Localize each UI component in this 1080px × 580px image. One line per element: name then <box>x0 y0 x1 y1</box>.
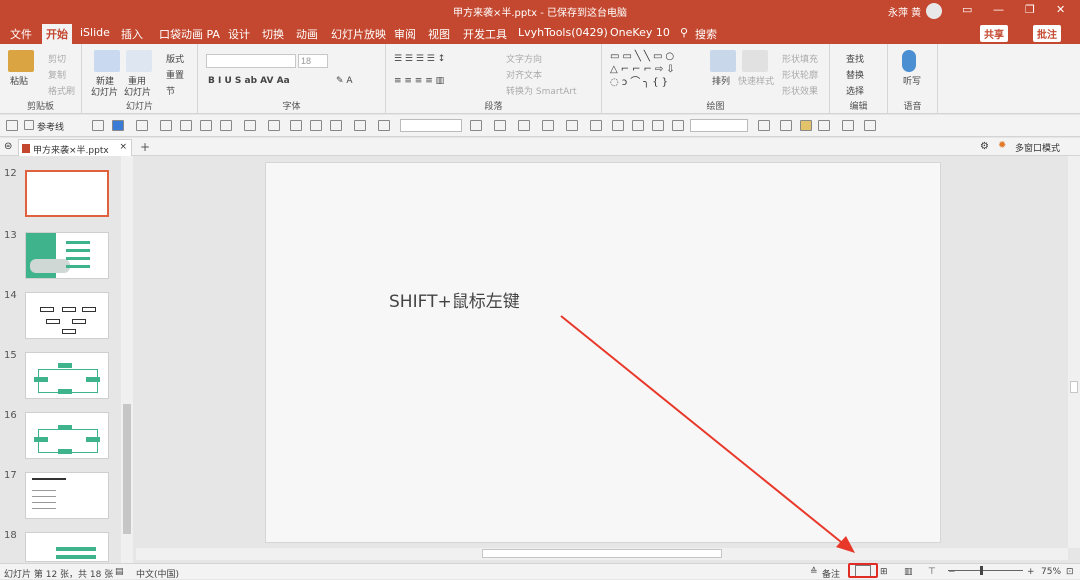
zoom-in-icon[interactable]: + <box>1027 567 1035 577</box>
annotation-arrow <box>560 315 855 553</box>
slide-info: 幻灯片 第 12 张，共 18 张 <box>4 570 114 580</box>
zoom-out-icon[interactable]: − <box>948 567 956 577</box>
fit-slide-icon[interactable]: ⊡ <box>1066 567 1074 577</box>
zoom-level[interactable]: 75% <box>1041 567 1061 577</box>
zoom-slider-thumb[interactable] <box>980 566 983 575</box>
language-status[interactable]: 中文(中国) <box>136 567 179 580</box>
status-bar: 幻灯片 第 12 张，共 18 张 ▤ 中文(中国) ≙ 备注 ⊞ ▥ ⊤ − … <box>0 563 1080 580</box>
slide-sorter-icon[interactable]: ⊞ <box>880 567 888 577</box>
accessibility-icon[interactable]: ▤ <box>115 567 124 577</box>
slideshow-icon[interactable]: ⊤ <box>928 567 936 577</box>
reading-view-icon[interactable]: ▥ <box>904 567 913 577</box>
normal-view-highlight <box>848 563 878 578</box>
zoom-slider[interactable] <box>948 570 1023 571</box>
notes-button[interactable]: 备注 <box>822 567 840 580</box>
notes-icon[interactable]: ≙ <box>810 567 818 577</box>
